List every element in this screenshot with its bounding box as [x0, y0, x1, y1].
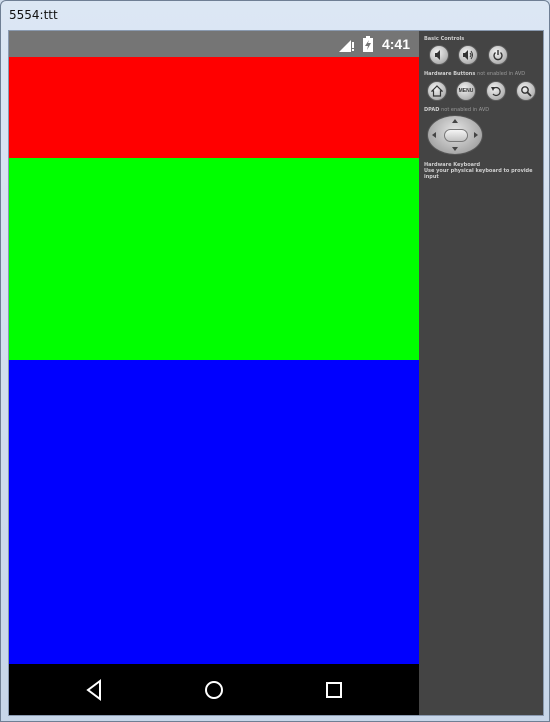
house-icon [431, 85, 443, 97]
volume-down-icon [435, 50, 440, 60]
home-icon [205, 681, 223, 699]
search-icon [521, 86, 532, 97]
dpad-heading: DPAD not enabled in AVD [424, 107, 489, 113]
recents-icon [326, 682, 342, 698]
dpad-label: DPAD [424, 107, 440, 113]
hardware-keyboard-note: Use your physical keyboard to provide in… [424, 168, 533, 180]
power-button[interactable] [488, 45, 508, 65]
undo-arrow-icon [491, 86, 501, 97]
green-band [9, 158, 419, 360]
navigation-bar [9, 664, 419, 715]
volume-up-icon [463, 50, 473, 60]
dpad-note: not enabled in AVD [441, 107, 490, 113]
volume-down-button[interactable] [429, 45, 449, 65]
hardware-keyboard-section: Hardware Keyboard Use your physical keyb… [424, 162, 543, 180]
hardware-search-button[interactable] [516, 81, 536, 101]
device-screen[interactable]: 4:41 [9, 31, 419, 715]
home-button[interactable] [202, 678, 226, 702]
hardware-buttons-label: Hardware Buttons [424, 71, 476, 77]
dpad-control[interactable] [427, 115, 483, 155]
dpad-center-button[interactable] [444, 129, 468, 142]
back-button[interactable] [83, 678, 107, 702]
volume-up-button[interactable] [458, 45, 478, 65]
emulator-client-area: 4:41 Basic Controls Hardware Buttons not… [8, 30, 544, 716]
hardware-menu-button[interactable]: MENU [456, 81, 476, 101]
basic-controls-heading: Basic Controls [424, 36, 465, 42]
blue-band [9, 360, 419, 664]
back-icon [86, 679, 101, 701]
hardware-buttons-heading: Hardware Buttons not enabled in AVD [424, 71, 525, 77]
recents-button[interactable] [322, 678, 346, 702]
status-bar: 4:41 [9, 31, 419, 57]
controls-panel: Basic Controls Hardware Buttons not enab… [419, 31, 543, 715]
hardware-home-button[interactable] [427, 81, 447, 101]
signal-icon [339, 38, 355, 57]
menu-label: MENU [458, 88, 474, 94]
battery-icon [363, 36, 373, 57]
status-time: 4:41 [381, 36, 410, 52]
emulator-window: 5554:ttt 4:41 Basic Controls Hardware Bu… [0, 0, 550, 722]
hardware-back-button[interactable] [486, 81, 506, 101]
hardware-buttons-note: not enabled in AVD [477, 71, 526, 77]
red-band [9, 57, 419, 158]
window-title: 5554:ttt [9, 8, 58, 22]
power-icon [493, 50, 503, 61]
